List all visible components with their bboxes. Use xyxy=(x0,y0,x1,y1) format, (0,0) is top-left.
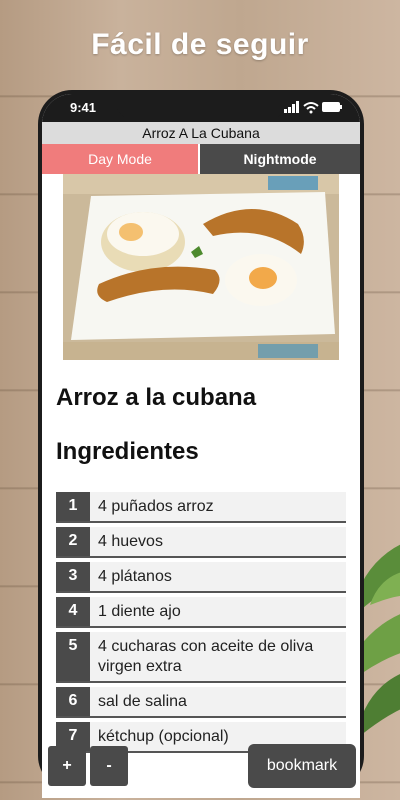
ingredients-list: 1 4 puñados arroz 2 4 huevos 3 4 plátano… xyxy=(56,492,346,757)
ingredient-number: 4 xyxy=(56,597,90,626)
status-icons xyxy=(284,101,342,114)
ingredient-text: 4 puñados arroz xyxy=(90,492,346,521)
wifi-icon xyxy=(303,102,319,114)
ingredient-number: 2 xyxy=(56,527,90,556)
ingredient-row: 5 4 cucharas con aceite de oliva virgen … xyxy=(56,632,346,683)
phone-notch xyxy=(116,94,286,120)
ingredient-row: 3 4 plátanos xyxy=(56,562,346,593)
zoom-in-button[interactable]: + xyxy=(48,746,86,786)
ingredient-row: 2 4 huevos xyxy=(56,527,346,558)
status-time: 9:41 xyxy=(70,100,97,115)
ingredient-text: 1 diente ajo xyxy=(90,597,346,626)
ingredients-heading: Ingredientes xyxy=(56,438,199,465)
mode-toggle: Day Mode Nightmode xyxy=(42,144,360,174)
recipe-title: Arroz a la cubana xyxy=(56,384,257,411)
app-title-bar: Arroz A La Cubana xyxy=(42,122,360,144)
signal-icon xyxy=(284,101,299,113)
recipe-photo xyxy=(63,174,339,360)
ingredient-number: 6 xyxy=(56,687,90,716)
promo-headline: Fácil de seguir xyxy=(91,28,309,61)
app-screen: 9:41 Arroz A La Cubana Day Mode Nightmod… xyxy=(42,94,360,798)
battery-icon xyxy=(322,102,342,112)
ingredient-text: 4 huevos xyxy=(90,527,346,556)
night-mode-button[interactable]: Nightmode xyxy=(200,144,360,174)
ingredient-row: 4 1 diente ajo xyxy=(56,597,346,628)
status-bar: 9:41 xyxy=(42,94,360,122)
zoom-out-button[interactable]: - xyxy=(90,746,128,786)
ingredient-row: 1 4 puñados arroz xyxy=(56,492,346,523)
ingredient-number: 5 xyxy=(56,632,90,681)
bookmark-button[interactable]: bookmark xyxy=(248,744,356,788)
ingredient-text: sal de salina xyxy=(90,687,346,716)
ingredient-number: 1 xyxy=(56,492,90,521)
ingredient-text: 4 cucharas con aceite de oliva virgen ex… xyxy=(90,632,346,681)
day-mode-button[interactable]: Day Mode xyxy=(42,144,198,174)
ingredient-row: 6 sal de salina xyxy=(56,687,346,718)
ingredient-text: 4 plátanos xyxy=(90,562,346,591)
ingredient-number: 3 xyxy=(56,562,90,591)
